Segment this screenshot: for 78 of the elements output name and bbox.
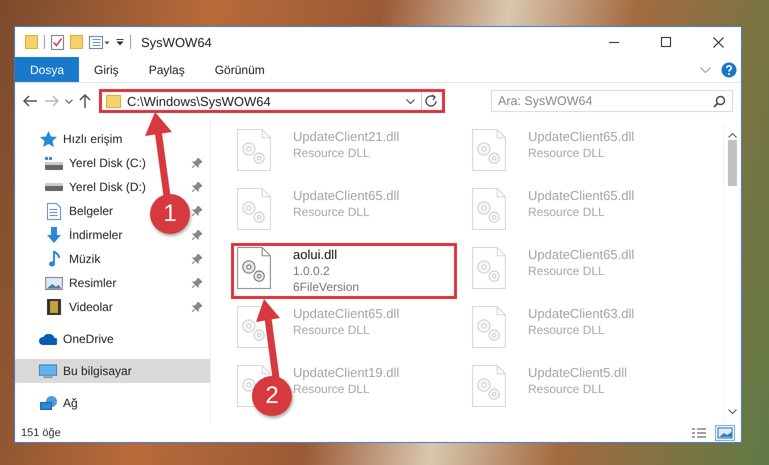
- ribbon-tab[interactable]: Görünüm: [200, 57, 280, 82]
- pin-icon[interactable]: [192, 278, 202, 288]
- sidebar-item[interactable]: Müzik: [69, 252, 100, 266]
- gear-file-icon: [472, 247, 506, 289]
- sidebar-item[interactable]: Belgeler: [69, 204, 114, 218]
- file-detail: Resource DLL: [528, 146, 606, 160]
- sidebar-item[interactable]: Bu bilgisayar: [15, 359, 210, 383]
- up-button[interactable]: [79, 94, 91, 108]
- file-detail: Resource DLL: [293, 205, 371, 219]
- sidebar-item[interactable]: Ağ: [63, 396, 78, 410]
- ribbon-tab[interactable]: Giriş: [79, 57, 134, 82]
- gear-file-icon: [237, 188, 271, 230]
- chevron-down-icon[interactable]: [406, 98, 415, 104]
- back-button[interactable]: [23, 95, 38, 107]
- pin-icon[interactable]: [192, 230, 202, 240]
- drive-icon: [45, 156, 63, 170]
- file-name[interactable]: aolui.dll: [293, 247, 360, 262]
- sidebar-item[interactable]: Videolar: [69, 300, 113, 314]
- pin-icon[interactable]: [192, 158, 202, 168]
- pin-icon[interactable]: [192, 182, 202, 192]
- checklist-icon[interactable]: [51, 34, 64, 50]
- chevron-down-icon[interactable]: [728, 409, 737, 414]
- file-detail: 1.0.0.2: [293, 264, 331, 278]
- music-note-icon: [48, 251, 60, 267]
- gear-file-icon: [237, 129, 271, 171]
- file-detail: Resource DLL: [293, 382, 371, 396]
- file-detail: Resource DLL: [293, 323, 371, 337]
- sidebar-item[interactable]: Yerel Disk (C:): [69, 156, 146, 170]
- pin-icon[interactable]: [192, 302, 202, 312]
- picture-icon: [717, 427, 733, 439]
- file-detail: Resource DLL: [528, 205, 606, 219]
- gear-file-icon: [472, 129, 506, 171]
- list-icon: [691, 428, 707, 438]
- address-bar[interactable]: C:\Windows\SysWOW64: [99, 89, 445, 113]
- sidebar-item[interactable]: Resimler: [69, 276, 116, 290]
- recent-locations-button[interactable]: [65, 98, 73, 104]
- file-detail: Resource DLL: [293, 146, 371, 160]
- star-icon: [40, 131, 56, 147]
- pin-icon[interactable]: [192, 206, 202, 216]
- gear-file-icon: [472, 188, 506, 230]
- chevron-up-icon[interactable]: [728, 133, 737, 138]
- file-detail: Resource DLL: [528, 382, 606, 396]
- sidebar-item[interactable]: OneDrive: [63, 332, 114, 346]
- sidebar-item[interactable]: Hızlı erişim: [63, 132, 122, 146]
- sidebar-item[interactable]: Yerel Disk (D:): [69, 180, 146, 194]
- sidebar-item[interactable]: İndirmeler: [69, 228, 122, 242]
- search-field[interactable]: Ara: SysWOW64: [491, 90, 733, 112]
- arrow-up-icon: [79, 94, 91, 108]
- arrow-left-icon: [23, 95, 38, 107]
- properties-icon[interactable]: [89, 36, 110, 48]
- gear-file-icon: [237, 247, 271, 289]
- chevron-down-icon: [65, 98, 73, 104]
- arrow-right-icon: [44, 95, 59, 107]
- ribbon-tab[interactable]: Paylaş: [134, 57, 200, 82]
- film-icon: [47, 299, 61, 315]
- window-title: SysWOW64: [141, 34, 213, 50]
- large-icons-view-button[interactable]: [715, 425, 735, 441]
- scrollbar-thumb[interactable]: [728, 140, 737, 186]
- download-icon: [47, 227, 61, 243]
- file-detail: 6FileVersion: [293, 280, 360, 294]
- document-icon: [47, 202, 61, 220]
- item-count: 151 öğe: [21, 427, 62, 439]
- network-icon: [40, 396, 56, 410]
- drive-icon: [45, 183, 63, 191]
- ribbon-tab[interactable]: Dosya: [15, 57, 80, 82]
- dropdown-caret-icon[interactable]: [116, 38, 124, 46]
- pin-icon[interactable]: [192, 254, 202, 264]
- monitor-icon: [39, 364, 57, 378]
- file-detail: Resource DLL: [528, 264, 606, 278]
- gear-file-icon: [472, 365, 506, 407]
- file-detail: Resource DLL: [528, 323, 606, 337]
- cloud-icon: [39, 334, 57, 344]
- maximize-icon: [661, 37, 671, 47]
- close-icon: [712, 36, 724, 48]
- gear-file-icon: [472, 306, 506, 348]
- picture-icon: [45, 276, 63, 290]
- search-icon[interactable]: [713, 95, 726, 108]
- help-icon[interactable]: [721, 62, 737, 78]
